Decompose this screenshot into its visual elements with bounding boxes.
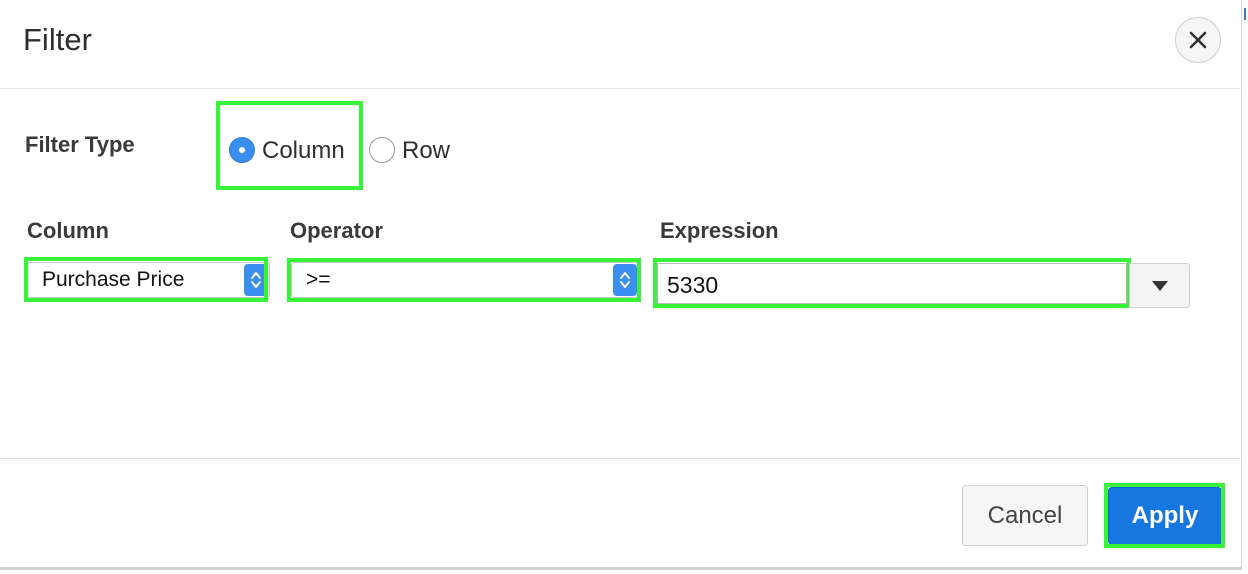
filter-type-label: Filter Type <box>25 132 135 157</box>
triangle-down-icon <box>1151 280 1168 291</box>
dialog-title: Filter <box>23 22 92 57</box>
cancel-button[interactable]: Cancel <box>962 485 1088 546</box>
filter-dialog: Filter Filter Type Column Row Column Pur… <box>0 0 1242 570</box>
edge-marker <box>1244 8 1246 20</box>
expression-dropdown-button[interactable] <box>1129 263 1190 308</box>
column-label: Column <box>27 218 109 243</box>
close-icon <box>1189 31 1207 49</box>
expression-label: Expression <box>660 218 779 243</box>
row-radio[interactable] <box>369 137 395 163</box>
window-edge <box>1242 0 1248 574</box>
column-radio-label[interactable]: Column <box>262 137 345 165</box>
operator-select-highlight <box>287 258 641 302</box>
apply-button-highlight <box>1104 483 1225 548</box>
column-radio[interactable] <box>229 137 255 163</box>
column-select-highlight <box>24 257 268 302</box>
close-button[interactable] <box>1175 17 1221 63</box>
operator-label: Operator <box>290 218 383 243</box>
expression-input-highlight <box>653 258 1131 308</box>
row-radio-label[interactable]: Row <box>402 137 450 165</box>
dialog-header: Filter <box>0 0 1242 89</box>
